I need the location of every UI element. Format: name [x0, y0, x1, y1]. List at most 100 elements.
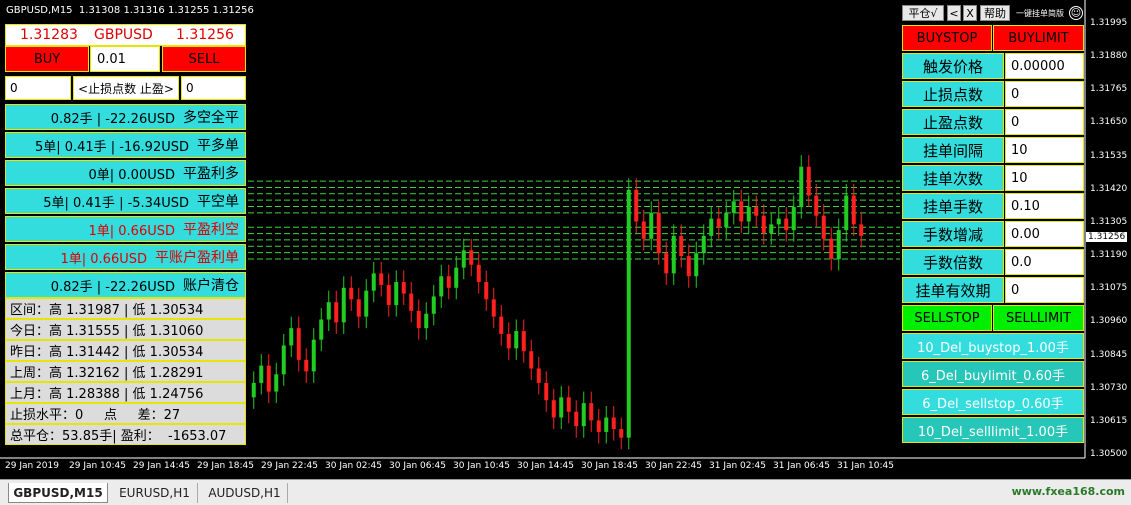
price-tick-label: 1.30845	[1090, 349, 1128, 360]
delete-orders-button-0[interactable]: 10_Del_buystop_1.00手	[902, 333, 1084, 359]
delete-orders-button-2[interactable]: 6_Del_sellstop_0.60手	[902, 389, 1084, 415]
candle-body	[814, 195, 819, 216]
candle-body	[379, 273, 384, 285]
help-button[interactable]: 帮助	[980, 5, 1010, 21]
action-row-0[interactable]: 0.82手 | -22.26USD 多空全平	[5, 104, 246, 130]
field-input-5[interactable]: 0.10	[1005, 193, 1084, 219]
candle-body	[739, 201, 744, 222]
candle-body	[754, 207, 759, 216]
buystop-button[interactable]: BUYSTOP	[902, 25, 992, 51]
action-row-3[interactable]: 5单| 0.41手 | -5.34USD 平空单	[5, 188, 246, 214]
time-tick-label: 30 Jan 14:45	[517, 461, 574, 471]
close-panel-button[interactable]: X	[963, 5, 977, 21]
price-tick-label: 1.31995	[1090, 18, 1128, 28]
candle-body	[266, 365, 271, 392]
field-input-7[interactable]: 0.0	[1005, 249, 1084, 275]
stat-name: 区间：	[10, 303, 50, 318]
candle-body	[859, 224, 864, 236]
candle-body	[349, 287, 354, 300]
action-row-6[interactable]: 0.82手 | -22.26USD 账户清仓	[5, 272, 246, 298]
candle-body	[476, 264, 481, 283]
action-row-4[interactable]: 1单| 0.66USD 平盈利空	[5, 216, 246, 242]
candle-body	[664, 253, 669, 274]
time-tick-label: 30 Jan 10:45	[453, 461, 510, 471]
field-input-2[interactable]: 0	[1005, 109, 1084, 135]
stat-value: 高 1.32162 | 低 1.28291	[49, 366, 204, 381]
take-profit-input[interactable]: 0	[181, 76, 246, 100]
action-row-5[interactable]: 1单| 0.66USD 平账户盈利单	[5, 244, 246, 270]
candle-body	[761, 215, 766, 234]
time-tick-label: 30 Jan 06:45	[389, 461, 446, 471]
close-all-toggle[interactable]: 平仓√	[902, 5, 944, 21]
ask-price: 1.31256	[176, 27, 234, 43]
candle-body	[679, 235, 684, 257]
sellstop-button[interactable]: SELLSTOP	[902, 305, 992, 331]
candle-body	[446, 276, 451, 288]
delete-orders-button-1[interactable]: 6_Del_buylimit_0.60手	[902, 361, 1084, 387]
field-input-6[interactable]: 0.00	[1005, 221, 1084, 247]
candle-body	[274, 374, 279, 392]
sl-tp-label: <止损点数 止盈>	[73, 76, 179, 100]
lot-size-input[interactable]: 0.01	[90, 46, 160, 72]
action-row-1[interactable]: 5单| 0.41手 | -16.92USD 平多单	[5, 132, 246, 158]
selllimit-button[interactable]: SELLLIMIT	[993, 305, 1084, 331]
field-input-8[interactable]: 0	[1005, 277, 1084, 303]
candle-body	[611, 417, 616, 430]
tab-gbpusd[interactable]: GBPUSD,M15	[8, 483, 108, 503]
right-order-panel: 平仓√ < X 帮助 一键挂单简版 ☺ BUYSTOP BUYLIMIT 触发价…	[901, 4, 1084, 444]
candle-body	[364, 290, 369, 317]
field-input-1[interactable]: 0	[1005, 81, 1084, 107]
delete-orders-button-3[interactable]: 10_Del_selllimit_1.00手	[902, 417, 1084, 443]
panel-toolbar: 平仓√ < X 帮助 一键挂单简版 ☺	[901, 4, 1084, 22]
candle-body	[656, 212, 661, 254]
price-tick-label: 1.30960	[1090, 316, 1128, 327]
tab-eurusd[interactable]: EURUSD,H1	[112, 483, 198, 503]
candle-body	[799, 166, 804, 208]
buylimit-button[interactable]: BUYLIMIT	[993, 25, 1084, 51]
stat-row-5: 止损水平： 0 点 差：27	[5, 403, 246, 424]
stat-row-6: 总平仓： 53.85手| 盈利： -1653.07	[5, 424, 246, 445]
candle-body	[431, 296, 436, 314]
candle-body	[371, 273, 376, 291]
field-input-3[interactable]: 10	[1005, 137, 1084, 163]
candle-body	[829, 238, 834, 259]
symbol-label: GBPUSD	[94, 27, 153, 43]
candle-body	[821, 215, 826, 239]
action-label: 平盈利空	[183, 222, 239, 238]
candle-body	[589, 403, 594, 421]
candle-body	[514, 331, 519, 349]
candle-body	[281, 345, 286, 375]
time-tick-label: 30 Jan 22:45	[645, 461, 702, 471]
candle-body	[356, 299, 361, 317]
tab-audusd[interactable]: AUDUSD,H1	[202, 483, 288, 503]
action-row-2[interactable]: 0单| 0.00USD 平盈利多	[5, 160, 246, 186]
candle-body	[551, 400, 556, 418]
stat-row-1: 今日：高 1.31555 | 低 1.31060	[5, 319, 246, 340]
sell-button[interactable]: SELL	[162, 46, 246, 72]
buy-button[interactable]: BUY	[5, 46, 89, 72]
stat-row-2: 昨日：高 1.31442 | 低 1.30534	[5, 340, 246, 361]
field-input-4[interactable]: 10	[1005, 165, 1084, 191]
candle-body	[836, 230, 841, 259]
candle-body	[304, 359, 309, 372]
stop-loss-input[interactable]: 0	[5, 76, 71, 100]
candle-body	[491, 299, 496, 317]
price-tick-label: 1.31535	[1090, 150, 1128, 161]
stat-value: 高 1.28388 | 低 1.24756	[49, 387, 204, 402]
field-input-0[interactable]: 0.00000	[1005, 53, 1084, 79]
time-tick-label: 29 Jan 22:45	[261, 461, 318, 471]
candle-body	[529, 351, 534, 369]
time-tick-label: 29 Jan 14:45	[133, 461, 190, 471]
field-label-1: 止损点数	[902, 81, 1004, 107]
price-tick-label: 1.30500	[1090, 449, 1128, 459]
collapse-button[interactable]: <	[947, 5, 961, 21]
time-tick-label: 30 Jan 02:45	[325, 461, 382, 471]
field-label-2: 止盈点数	[902, 109, 1004, 135]
simple-mode-button[interactable]: 一键挂单简版	[1012, 5, 1068, 21]
candle-body	[521, 331, 526, 352]
stat-row-3: 上周：高 1.32162 | 低 1.28291	[5, 361, 246, 382]
stat-name: 止损水平：	[10, 408, 76, 423]
time-tick-label: 31 Jan 10:45	[837, 461, 894, 471]
candle-body	[851, 195, 856, 225]
candle-body	[559, 397, 564, 418]
